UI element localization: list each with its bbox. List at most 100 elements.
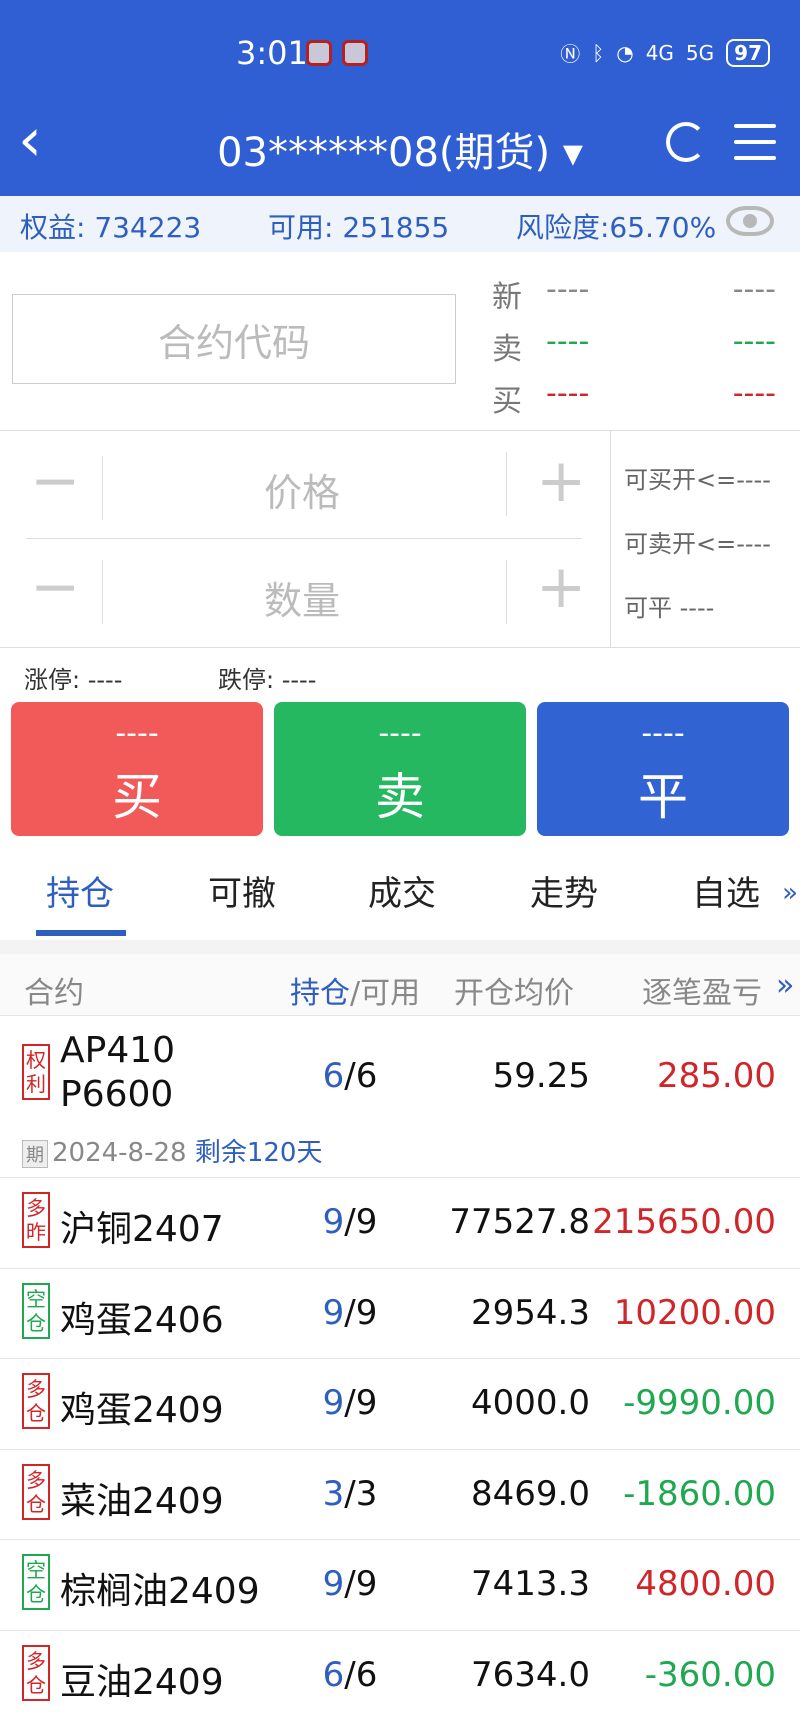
- battery-icon: 97: [726, 38, 770, 67]
- contract-name: 鸡蛋2409: [60, 1390, 224, 1431]
- position-count: 9/9: [322, 1383, 378, 1423]
- tabs-more-icon[interactable]: »: [782, 878, 798, 908]
- quote-last: 新 ---- ----: [492, 272, 776, 315]
- position-type-tag: 多昨: [22, 1192, 50, 1248]
- bluetooth-icon: ᛒ: [592, 40, 605, 65]
- menu-icon[interactable]: [734, 124, 776, 172]
- divider: [610, 430, 611, 648]
- close-position-button[interactable]: ---- 平: [537, 702, 789, 836]
- contract-name: 沪铜2407: [60, 1209, 224, 1250]
- col-avg-price: 开仓均价: [454, 976, 574, 1011]
- tab-watchlist[interactable]: 自选: [692, 866, 760, 915]
- expiry-info: 期 2024-8-28 剩余120天: [22, 1132, 322, 1169]
- avg-price: 7634.0: [471, 1655, 590, 1695]
- position-count: 3/3: [322, 1474, 378, 1514]
- quote-ask: 卖 ---- ----: [492, 324, 776, 367]
- signal-5g-icon: 5G: [685, 40, 715, 65]
- available-value: 可用: 251855: [268, 211, 450, 244]
- section-gap: [0, 940, 800, 954]
- tab-trend[interactable]: 走势: [530, 866, 598, 915]
- contract-name: AP410: [60, 1030, 176, 1071]
- position-pl: -9990.00: [623, 1383, 776, 1423]
- position-type-tag: 多仓: [22, 1373, 50, 1429]
- can-close: 可平 ----: [624, 594, 715, 622]
- contract-name: 豆油2409: [60, 1662, 224, 1703]
- col-contract: 合约: [24, 976, 84, 1011]
- price-minus-button[interactable]: −: [30, 446, 80, 516]
- qty-plus-button[interactable]: +: [536, 552, 586, 622]
- avg-price: 2954.3: [471, 1293, 590, 1333]
- col-position: 持仓/可用: [290, 976, 421, 1011]
- contract-name-line2: P6600: [60, 1074, 174, 1115]
- position-row[interactable]: 空仓 鸡蛋2406 9/9 2954.3 10200.00: [0, 1269, 800, 1359]
- app-notification-icon: [342, 40, 368, 66]
- contract-code-input[interactable]: 合约代码: [12, 294, 456, 384]
- divider: [506, 452, 507, 516]
- divider: [506, 560, 507, 624]
- col-pl: 逐笔盈亏: [642, 976, 762, 1011]
- account-summary: 权益: 734223 可用: 251855 风险度:65.70%: [0, 196, 800, 252]
- avg-price: 7413.3: [471, 1564, 590, 1604]
- price-plus-button[interactable]: +: [536, 446, 586, 516]
- position-count: 9/9: [322, 1202, 378, 1242]
- status-right: Ⓝ ᛒ ◔ 4G 5G 97: [560, 38, 770, 67]
- position-row[interactable]: 多仓 豆油2409 6/6 7634.0 -360.00: [0, 1631, 800, 1721]
- qty-minus-button[interactable]: −: [30, 552, 80, 622]
- avg-price: 59.25: [492, 1056, 590, 1096]
- position-pl: 10200.00: [613, 1293, 776, 1333]
- nfc-icon: Ⓝ: [560, 42, 581, 66]
- avg-price: 4000.0: [471, 1383, 590, 1423]
- can-buy-open: 可买开<=----: [624, 466, 771, 494]
- refresh-icon[interactable]: [666, 122, 706, 162]
- position-pl: -1860.00: [623, 1474, 776, 1514]
- expiry-remaining: 剩余120天: [194, 1138, 323, 1168]
- equity-value: 权益: 734223: [20, 211, 202, 244]
- positions-header: 合约 持仓/可用 开仓均价 逐笔盈亏 »: [0, 954, 800, 1016]
- tab-bar: 持仓 可撤 成交 走势 自选 »: [0, 850, 800, 940]
- divider: [0, 647, 800, 648]
- position-pl: 285.00: [657, 1056, 776, 1096]
- position-row[interactable]: 多仓 鸡蛋2409 9/9 4000.0 -9990.00: [0, 1359, 800, 1450]
- divider: [0, 430, 800, 431]
- position-pl: -360.00: [644, 1655, 776, 1695]
- divider: [102, 560, 103, 624]
- position-type-tag: 多仓: [22, 1464, 50, 1520]
- tab-positions[interactable]: 持仓: [46, 866, 114, 915]
- expiry-tag: 期: [22, 1140, 48, 1168]
- contract-name: 菜油2409: [60, 1481, 224, 1522]
- quantity-input[interactable]: 数量: [264, 570, 340, 625]
- signal-4g-icon: 4G: [645, 40, 674, 65]
- position-count: 6/6: [322, 1655, 378, 1695]
- status-app-icons: [306, 40, 368, 66]
- status-time: 3:01: [236, 34, 308, 72]
- contract-name: 棕榈油2409: [60, 1571, 260, 1612]
- tab-trades[interactable]: 成交: [368, 866, 436, 915]
- expiry-date: 2024-8-28: [52, 1138, 187, 1168]
- sell-button[interactable]: ---- 卖: [274, 702, 526, 836]
- divider: [26, 538, 582, 539]
- app-notification-icon: [306, 40, 332, 66]
- position-pl: 215650.00: [592, 1202, 776, 1242]
- position-row[interactable]: 多昨 沪铜2407 9/9 77527.8 215650.00: [0, 1178, 800, 1269]
- contract-name: 鸡蛋2406: [60, 1300, 224, 1341]
- limit-down: 跌停: ----: [218, 666, 317, 694]
- risk-value: 风险度:65.70%: [516, 211, 717, 244]
- eye-icon[interactable]: [726, 206, 774, 236]
- status-bar: 3:01 Ⓝ ᛒ ◔ 4G 5G 97: [0, 28, 800, 84]
- price-input[interactable]: 价格: [264, 462, 340, 517]
- position-count: 9/9: [322, 1293, 378, 1333]
- active-tab-indicator: [36, 930, 126, 936]
- col-more-icon[interactable]: »: [776, 968, 794, 1003]
- position-type-tag: 权 利: [22, 1044, 50, 1100]
- position-type-tag: 空仓: [22, 1554, 50, 1610]
- nav-bar: ‹ 03******08(期货) ▾: [0, 100, 800, 190]
- position-type-tag: 多仓: [22, 1645, 50, 1701]
- position-row[interactable]: 空仓 棕榈油2409 9/9 7413.3 4800.00: [0, 1540, 800, 1631]
- avg-price: 77527.8: [449, 1202, 590, 1242]
- position-row[interactable]: 权 利 AP410 P6600 6/6 59.25 285.00 期 2024-8…: [0, 1016, 800, 1178]
- divider: [102, 456, 103, 520]
- position-pl: 4800.00: [635, 1564, 776, 1604]
- buy-button[interactable]: ---- 买: [11, 702, 263, 836]
- tab-cancellable[interactable]: 可撤: [208, 866, 276, 915]
- position-row[interactable]: 多仓 菜油2409 3/3 8469.0 -1860.00: [0, 1450, 800, 1540]
